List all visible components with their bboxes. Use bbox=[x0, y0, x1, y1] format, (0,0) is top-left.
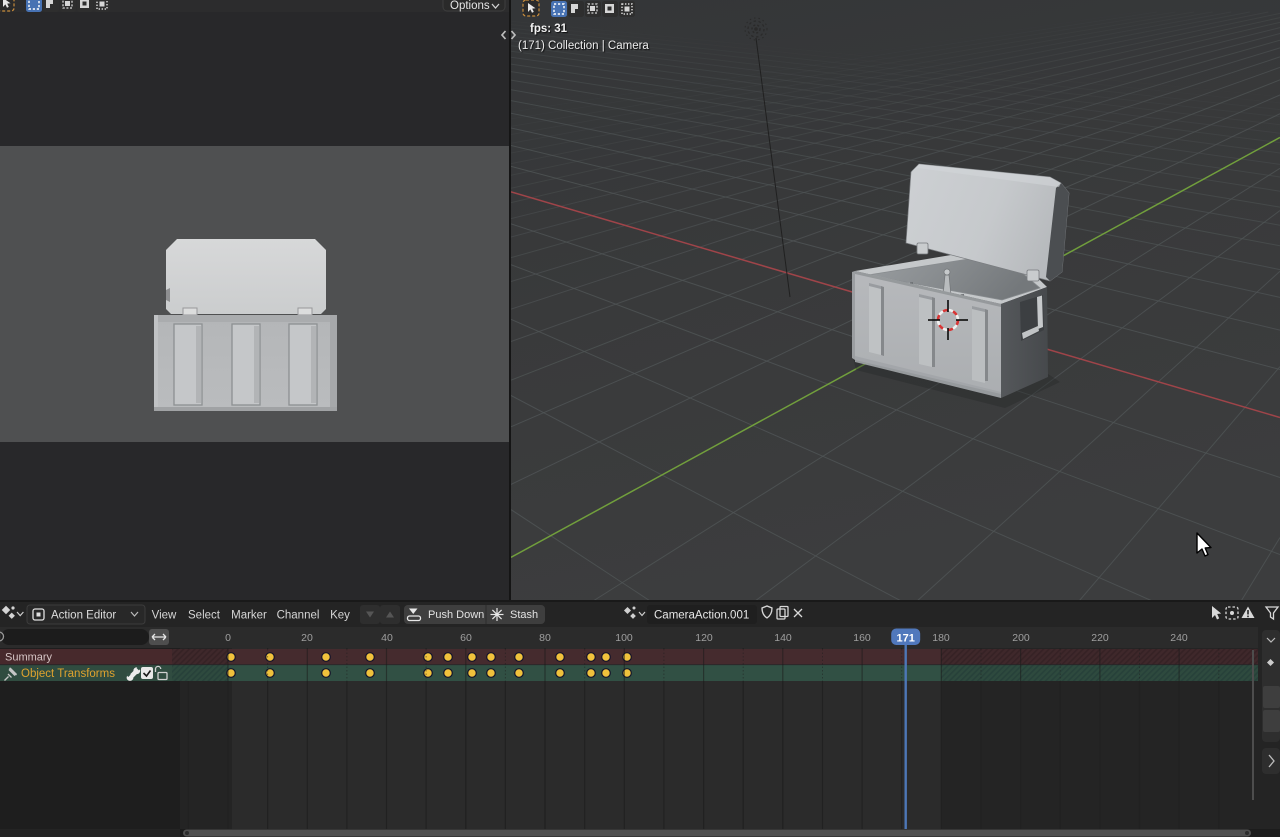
svg-text:120: 120 bbox=[695, 632, 713, 644]
svg-text:80: 80 bbox=[539, 632, 551, 644]
svg-text:60: 60 bbox=[460, 632, 472, 644]
svg-text:CameraAction.001: CameraAction.001 bbox=[654, 610, 749, 622]
svg-text:0: 0 bbox=[225, 632, 231, 644]
svg-text:Key: Key bbox=[330, 610, 350, 622]
svg-text:100: 100 bbox=[615, 632, 633, 644]
svg-text:200: 200 bbox=[1012, 632, 1030, 644]
svg-text:Action Editor: Action Editor bbox=[51, 610, 116, 622]
svg-text:Stash: Stash bbox=[510, 609, 538, 621]
svg-text:171: 171 bbox=[897, 633, 915, 645]
svg-text:Object Transforms: Object Transforms bbox=[21, 668, 115, 680]
svg-text:160: 160 bbox=[853, 632, 871, 644]
svg-text:Marker: Marker bbox=[231, 610, 267, 622]
svg-text:View: View bbox=[152, 610, 177, 622]
svg-text:140: 140 bbox=[774, 632, 792, 644]
svg-text:20: 20 bbox=[301, 632, 313, 644]
svg-text:180: 180 bbox=[932, 632, 950, 644]
svg-text:Push Down: Push Down bbox=[428, 609, 484, 621]
svg-text:Channel: Channel bbox=[277, 610, 320, 622]
svg-text:240: 240 bbox=[1170, 632, 1188, 644]
svg-text:Summary: Summary bbox=[5, 652, 53, 664]
svg-text:Select: Select bbox=[188, 610, 221, 622]
svg-text:220: 220 bbox=[1091, 632, 1109, 644]
svg-text:40: 40 bbox=[381, 632, 393, 644]
